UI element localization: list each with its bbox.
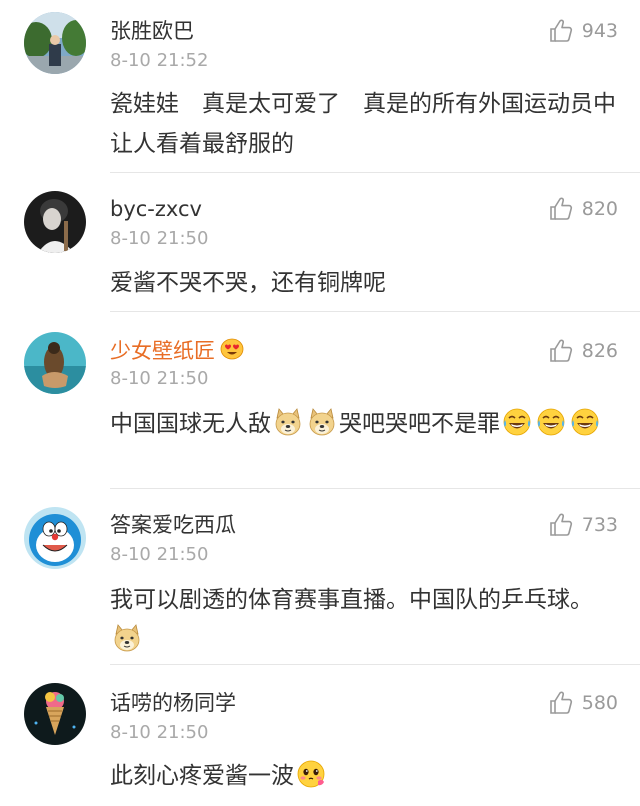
- member-badge-icon: [219, 338, 245, 360]
- comment-list: 张胜欧巴 8-10 21:52 943 瓷娃娃 真是太可爱了 真是的所有外国运动…: [0, 0, 640, 806]
- comment-text: 瓷娃娃 真是太可爱了 真是的所有外国运动员中让人看着最舒服的: [110, 84, 620, 164]
- avatar[interactable]: [24, 683, 86, 745]
- comment-text: 爱酱不哭不哭，还有铜牌呢: [110, 263, 620, 303]
- timestamp: 8-10 21:50: [110, 228, 209, 249]
- comment-text-segment: 我可以剧透的体育赛事直播。中国队的乒乓球。: [110, 587, 593, 613]
- username-text: 少女壁纸匠: [110, 339, 215, 363]
- doge-emoji-icon: [307, 407, 337, 437]
- comment-text: 中国国球无人敌 哭吧哭吧不是罪: [110, 404, 620, 444]
- comment-item: 答案爱吃西瓜 8-10 21:50 733 我可以剧透的体育赛事直播。中国队的乒…: [0, 489, 640, 664]
- thumbs-up-icon: [548, 18, 574, 44]
- laughing-tears-emoji-icon: [570, 407, 600, 437]
- comment-text-segment: 瓷娃娃 真是太可爱了 真是的所有外国运动员中让人看着最舒服的: [110, 91, 616, 157]
- like-count: 820: [581, 198, 618, 220]
- timestamp: 8-10 21:50: [110, 722, 209, 743]
- username[interactable]: 张胜欧巴: [110, 18, 194, 44]
- like-count: 580: [581, 692, 618, 714]
- thumbs-up-icon: [548, 690, 574, 716]
- username[interactable]: byc-zxcv: [110, 196, 202, 222]
- comment-text-segment: 此刻心疼爱酱一波: [110, 763, 294, 789]
- comment-item: 张胜欧巴 8-10 21:52 943 瓷娃娃 真是太可爱了 真是的所有外国运动…: [0, 0, 640, 172]
- laughing-tears-emoji-icon: [536, 407, 566, 437]
- thumbs-up-icon: [548, 512, 574, 538]
- username[interactable]: 话唠的杨同学: [110, 690, 236, 716]
- comment-text: 此刻心疼爱酱一波: [110, 756, 620, 796]
- like-button[interactable]: 580: [548, 690, 618, 716]
- timestamp: 8-10 21:50: [110, 368, 209, 389]
- timestamp: 8-10 21:52: [110, 50, 209, 71]
- avatar[interactable]: [24, 332, 86, 394]
- laughing-tears-emoji-icon: [502, 407, 532, 437]
- thumbs-up-icon: [548, 338, 574, 364]
- comment-text-segment: 哭吧哭吧不是罪: [339, 411, 500, 437]
- like-count: 733: [581, 514, 618, 536]
- thumbs-up-icon: [548, 196, 574, 222]
- avatar[interactable]: [24, 12, 86, 74]
- comment-item: byc-zxcv 8-10 21:50 820 爱酱不哭不哭，还有铜牌呢: [0, 173, 640, 311]
- doge-emoji-icon: [273, 407, 303, 437]
- like-button[interactable]: 826: [548, 338, 618, 364]
- timestamp: 8-10 21:50: [110, 544, 209, 565]
- avatar[interactable]: [24, 507, 86, 569]
- comment-text: 我可以剧透的体育赛事直播。中国队的乒乓球。: [110, 580, 620, 660]
- like-button[interactable]: 733: [548, 512, 618, 538]
- doge-emoji-icon: [112, 623, 142, 653]
- comment-text-segment: 中国国球无人敌: [110, 411, 271, 437]
- like-button[interactable]: 820: [548, 196, 618, 222]
- comment-text-segment: 爱酱不哭不哭，还有铜牌呢: [110, 270, 386, 296]
- username[interactable]: 少女壁纸匠: [110, 338, 245, 364]
- like-count: 943: [581, 20, 618, 42]
- username[interactable]: 答案爱吃西瓜: [110, 512, 236, 538]
- avatar[interactable]: [24, 191, 86, 253]
- like-count: 826: [581, 340, 618, 362]
- pity-face-emoji-icon: [296, 759, 326, 789]
- comment-item: 少女壁纸匠 8-10 21:50 826 中国国球无人敌 哭吧哭吧不是罪: [0, 312, 640, 488]
- like-button[interactable]: 943: [548, 18, 618, 44]
- comment-item: 话唠的杨同学 8-10 21:50 580 此刻心疼爱酱一波: [0, 665, 640, 806]
